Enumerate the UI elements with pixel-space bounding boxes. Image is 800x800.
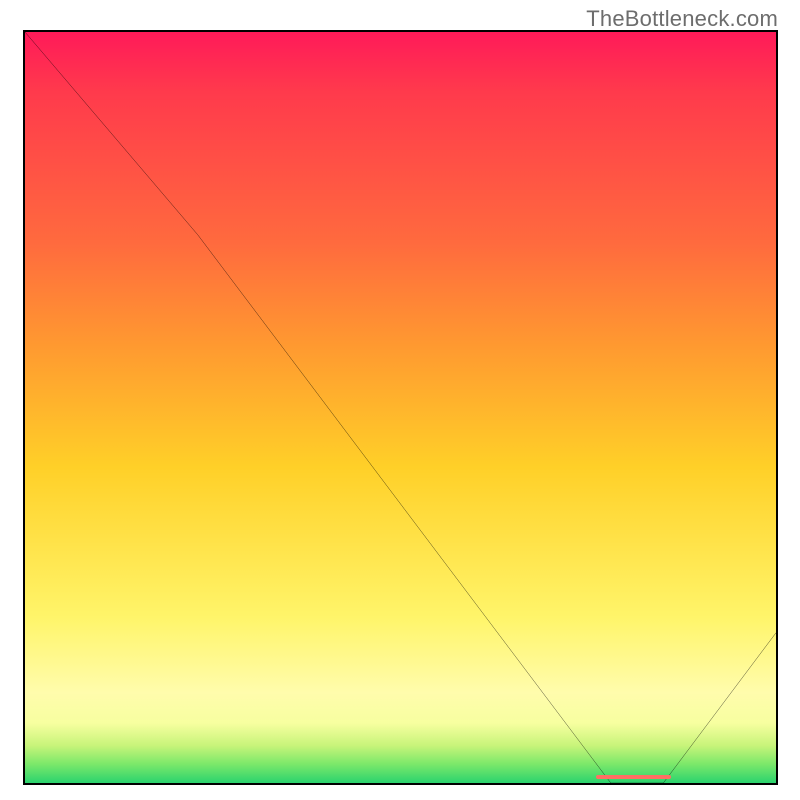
line-series-path [25, 32, 776, 783]
chart-stage: TheBottleneck.com [0, 0, 800, 800]
attribution-text: TheBottleneck.com [586, 6, 778, 32]
chart-line-series [25, 32, 776, 783]
chart-plot-area [23, 30, 778, 785]
chart-floor-marker [596, 775, 671, 779]
